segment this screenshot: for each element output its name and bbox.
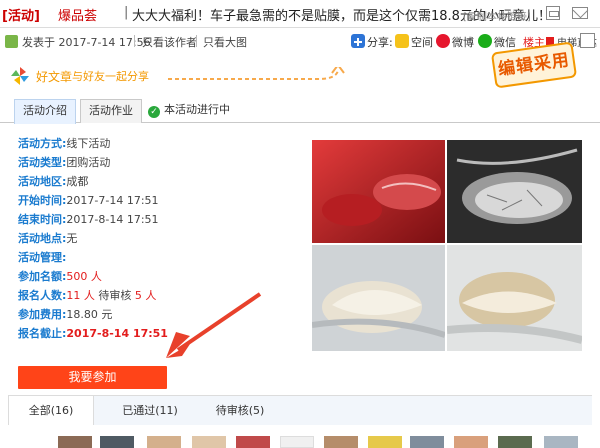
avatar[interactable] bbox=[100, 436, 134, 448]
photo-red-car-door[interactable] bbox=[312, 140, 445, 243]
post-date: 发表于 2017-7-14 17:56 bbox=[22, 36, 151, 49]
detail-row: 开始时间:2017-7-14 17:51 bbox=[18, 192, 168, 211]
avatar[interactable] bbox=[410, 436, 444, 448]
jump-floor-input[interactable] bbox=[580, 33, 595, 48]
share-weibo[interactable]: 微博 bbox=[452, 34, 474, 50]
detail-value: 2017-8-14 17:51 bbox=[66, 327, 168, 340]
detail-row: 活动管理: bbox=[18, 249, 168, 268]
detail-value: 成都 bbox=[66, 175, 89, 188]
detail-key: 报名人数: bbox=[18, 289, 67, 302]
detail-value: 2017-8-14 17:51 bbox=[66, 213, 159, 226]
signup-count: 11 人 bbox=[66, 289, 95, 302]
photo-white-door-handle[interactable] bbox=[312, 245, 445, 351]
divider bbox=[134, 35, 135, 47]
good-article-label: 好文章 bbox=[36, 70, 73, 84]
join-activity-button[interactable]: 我要参加 bbox=[18, 366, 167, 389]
share-with-friends-label: 与好友一起分享 bbox=[72, 70, 149, 83]
product-photo-grid bbox=[312, 140, 582, 351]
share-plus-icon bbox=[351, 34, 365, 48]
print-icon[interactable] bbox=[546, 6, 560, 20]
detail-key: 开始时间: bbox=[18, 194, 67, 207]
detail-value: 500 人 bbox=[66, 270, 102, 283]
tab-activity-intro[interactable]: 活动介绍 bbox=[14, 99, 76, 124]
photo-protected-handle[interactable] bbox=[447, 245, 582, 351]
avatar[interactable] bbox=[498, 436, 532, 448]
photo-scratched-handle[interactable] bbox=[447, 140, 582, 243]
user-icon bbox=[5, 35, 18, 48]
detail-value: 无 bbox=[66, 232, 78, 245]
tab-activity-homework[interactable]: 活动作业 bbox=[80, 99, 142, 123]
only-large-image-link[interactable]: 只看大图 bbox=[203, 34, 247, 50]
pending-label: 待审核 bbox=[94, 289, 135, 302]
avatar[interactable] bbox=[147, 436, 181, 448]
tab-approved-participants[interactable]: 已通过(11) bbox=[108, 396, 192, 425]
avatar[interactable] bbox=[192, 436, 226, 448]
detail-value: 2017-7-14 17:51 bbox=[66, 194, 159, 207]
post-title-bar: [活动] 爆品荟 | 大大大福利！车子最急需的不是贴膜，而是这个仅需18.8元的… bbox=[0, 0, 600, 28]
detail-value: 线下活动 bbox=[66, 137, 111, 150]
qzone-icon[interactable] bbox=[395, 34, 409, 48]
divider bbox=[196, 35, 197, 47]
detail-key: 活动地点: bbox=[18, 232, 67, 245]
share-qzone[interactable]: 空间 bbox=[411, 34, 433, 50]
post-category[interactable]: 爆品荟 bbox=[58, 5, 97, 24]
detail-value: 18.80 元 bbox=[66, 308, 113, 321]
pointer-arrow-icon bbox=[166, 292, 262, 358]
detail-row: 活动方式:线下活动 bbox=[18, 135, 168, 154]
participant-filter-tabs: 全部(16) 已通过(11) 待审核(5) bbox=[8, 395, 592, 425]
pending-count: 5 人 bbox=[134, 289, 157, 302]
detail-key: 结束时间: bbox=[18, 213, 67, 226]
share-label: 分享: bbox=[367, 36, 393, 49]
activity-details: 活动方式:线下活动 活动类型:团购活动 活动地区:成都 开始时间:2017-7-… bbox=[18, 135, 168, 344]
activity-status-text: 本活动进行中 bbox=[164, 103, 230, 116]
detail-key: 活动地区: bbox=[18, 175, 67, 188]
detail-key: 活动方式: bbox=[18, 137, 67, 150]
tab-all-participants[interactable]: 全部(16) bbox=[8, 396, 94, 425]
detail-value: 团购活动 bbox=[66, 156, 111, 169]
dashed-arrow-icon bbox=[168, 67, 345, 80]
activity-status: ✓ 本活动进行中 bbox=[148, 101, 230, 118]
copy-link-button[interactable]: [复制本帖链接] bbox=[463, 8, 531, 23]
post-tag[interactable]: [活动] bbox=[2, 5, 40, 24]
detail-key: 参加费用: bbox=[18, 308, 67, 321]
only-author-link[interactable]: 只看该作者 bbox=[142, 34, 197, 50]
weibo-icon[interactable] bbox=[436, 34, 450, 48]
avatar[interactable] bbox=[280, 436, 314, 448]
detail-row: 报名截止:2017-8-14 17:51 bbox=[18, 325, 168, 344]
detail-row: 报名人数:11 人 待审核 5 人 bbox=[18, 287, 168, 306]
wechat-icon[interactable] bbox=[478, 34, 492, 48]
mail-icon[interactable] bbox=[572, 7, 588, 19]
tab-pending-participants[interactable]: 待审核(5) bbox=[198, 396, 282, 425]
title-separator: | bbox=[124, 5, 129, 20]
detail-key: 报名截止: bbox=[18, 327, 67, 340]
detail-key: 参加名额: bbox=[18, 270, 67, 283]
check-icon: ✓ bbox=[148, 106, 160, 118]
detail-row: 结束时间:2017-8-14 17:51 bbox=[18, 211, 168, 230]
avatar[interactable] bbox=[324, 436, 358, 448]
detail-row: 活动地点:无 bbox=[18, 230, 168, 249]
avatar[interactable] bbox=[236, 436, 270, 448]
avatar[interactable] bbox=[454, 436, 488, 448]
detail-key: 活动类型: bbox=[18, 156, 67, 169]
detail-row: 活动类型:团购活动 bbox=[18, 154, 168, 173]
avatar[interactable] bbox=[58, 436, 92, 448]
detail-key: 活动管理: bbox=[18, 251, 67, 264]
activity-tabs: 活动介绍 活动作业 bbox=[0, 99, 600, 124]
detail-row: 活动地区:成都 bbox=[18, 173, 168, 192]
participant-avatars bbox=[0, 436, 600, 448]
avatar[interactable] bbox=[368, 436, 402, 448]
avatar[interactable] bbox=[544, 436, 578, 448]
detail-row: 参加名额:500 人 bbox=[18, 268, 168, 287]
detail-row: 参加费用:18.80 元 bbox=[18, 306, 168, 325]
pinwheel-icon bbox=[11, 67, 29, 85]
share-wechat[interactable]: 微信 bbox=[494, 34, 516, 50]
